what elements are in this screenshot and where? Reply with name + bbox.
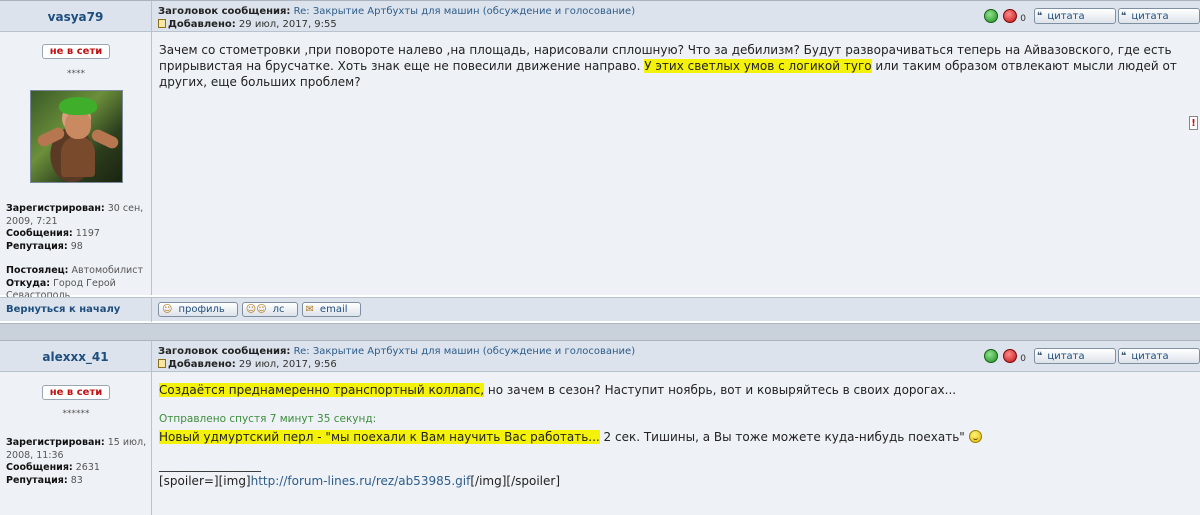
message-text-2: 2 сек. Тишины, а Вы тоже можете куда-ниб… — [599, 430, 965, 444]
post-body: не в сети **** Зарегистрирован: 30 сен, … — [0, 32, 1200, 301]
quote-button-label: цитата — [1047, 10, 1085, 22]
registered-label: Зарегистрирован: — [6, 437, 105, 448]
posts-count: 1197 — [75, 228, 100, 239]
pm-button[interactable]: ☺☺ лс — [241, 302, 298, 317]
author-name[interactable]: alexxx_41 — [42, 350, 108, 364]
author-column: не в сети **** Зарегистрирован: 30 сен, … — [0, 32, 152, 301]
post-subject: Re: Закрытие Артбухты для машин (обсужде… — [293, 6, 636, 17]
profile-button[interactable]: ☺ профиль — [158, 302, 238, 317]
reputation-label: Репутация: — [6, 240, 68, 252]
users-icon: ☺☺ — [245, 304, 267, 315]
quote-icon: ❝ — [1037, 350, 1043, 362]
author-name[interactable]: vasya79 — [48, 10, 104, 24]
post-1: vasya79 Заголовок сообщения: Re: Закрыти… — [0, 0, 1200, 323]
date-label: Добавлено: — [168, 19, 236, 30]
message-highlight: У этих светлых умов с логикой туго — [644, 59, 872, 73]
post-date: 29 июл, 2017, 9:55 — [238, 19, 337, 30]
post-meta: Заголовок сообщения: Re: Закрытие Артбух… — [158, 5, 635, 31]
quote-icon: ❝ — [1121, 350, 1127, 362]
post-separator — [0, 323, 1200, 340]
signature-separator: _________________ — [159, 458, 261, 472]
resident-label: Постоялец: — [6, 265, 69, 276]
reputation-value: 83 — [70, 474, 83, 486]
back-to-top-link[interactable]: Вернуться к началу — [6, 304, 120, 315]
post-header: vasya79 Заголовок сообщения: Re: Закрыти… — [0, 1, 1200, 32]
profile-info: Зарегистрирован: 30 сен, 2009, 7:21 Сооб… — [6, 203, 148, 303]
posts-count: 2631 — [75, 462, 100, 473]
rank-stars: **** — [67, 69, 85, 79]
profile-button-label: профиль — [178, 304, 225, 315]
post-actions: 0 ❝ цитата ❝ цитата — [984, 8, 1200, 24]
footer-author-cell: Вернуться к началу — [0, 298, 152, 322]
posts-label: Сообщения: — [6, 228, 73, 239]
signature-link[interactable]: http://forum-lines.ru/rez/ab53985.gif — [251, 474, 471, 488]
post-date: 29 июл, 2017, 9:56 — [238, 359, 337, 370]
avatar — [30, 90, 123, 183]
date-label: Добавлено: — [168, 359, 236, 370]
post-message: Создаётся преднамеренно транспортный кол… — [159, 382, 1179, 489]
author-column: не в сети ****** Зарегистрирован: 15 июл… — [0, 372, 152, 515]
author-header-cell: vasya79 — [0, 1, 152, 32]
quote-icon: ❝ — [1037, 10, 1043, 22]
online-status-badge: не в сети — [42, 44, 110, 59]
post-subject: Re: Закрытие Артбухты для машин (обсужде… — [293, 346, 636, 357]
resident-value: Автомобилист — [71, 265, 143, 276]
edit-note: Отправлено спустя 7 минут 35 секунд: — [159, 413, 377, 425]
subject-label: Заголовок сообщения: — [158, 6, 291, 17]
quote-button[interactable]: ❝ цитата — [1034, 8, 1116, 24]
message-highlight: Создаётся преднамеренно транспортный кол… — [159, 383, 485, 397]
message-highlight-2: Новый удмуртский перл - "мы поехали к Ва… — [159, 430, 600, 444]
post-footer: Вернуться к началу ☺ профиль ☺☺ лс ✉ email — [0, 297, 1200, 322]
posts-label: Сообщения: — [6, 462, 73, 473]
profile-info: Зарегистрирован: 15 июл, 2008, 11:36 Соо… — [6, 437, 148, 487]
post-2: alexxx_41 Заголовок сообщения: Re: Закры… — [0, 340, 1200, 515]
karma-count: 0 — [1020, 14, 1026, 24]
subject-label: Заголовок сообщения: — [158, 346, 291, 357]
post-icon — [158, 359, 166, 368]
registered-value: 15 июл, — [107, 437, 147, 448]
post-meta: Заголовок сообщения: Re: Закрытие Артбух… — [158, 345, 635, 371]
post-body: не в сети ****** Зарегистрирован: 15 июл… — [0, 372, 1200, 515]
email-button[interactable]: ✉ email — [301, 302, 361, 317]
registered-value: 30 сен, — [107, 203, 144, 214]
quote-button-label: цитата — [1131, 10, 1169, 22]
signature-text-2: [/img][/spoiler] — [470, 474, 561, 488]
karma-down-icon[interactable] — [1003, 349, 1018, 363]
karma-up-icon[interactable] — [984, 349, 999, 363]
quote-button-2[interactable]: ❝ цитата — [1118, 8, 1200, 24]
envelope-icon: ✉ — [305, 304, 314, 315]
reputation-label: Репутация: — [6, 474, 68, 486]
karma-down-icon[interactable] — [1003, 9, 1018, 23]
report-icon[interactable]: ! — [1189, 116, 1198, 130]
post-header: alexxx_41 Заголовок сообщения: Re: Закры… — [0, 341, 1200, 372]
email-button-label: email — [319, 304, 348, 315]
pm-button-label: лс — [272, 304, 285, 315]
karma-count: 0 — [1020, 354, 1026, 364]
karma-up-icon[interactable] — [984, 9, 999, 23]
post-actions: 0 ❝ цитата ❝ цитата — [984, 348, 1200, 364]
online-status-badge: не в сети — [42, 385, 110, 400]
author-header-cell: alexxx_41 — [0, 341, 152, 372]
smiley-icon — [968, 430, 982, 443]
registered-label: Зарегистрирован: — [6, 203, 105, 214]
quote-button-label: цитата — [1131, 350, 1169, 362]
post-icon — [158, 19, 166, 28]
message-text: но зачем в сезон? Наступит ноябрь, вот и… — [484, 383, 957, 397]
quote-icon: ❝ — [1121, 10, 1127, 22]
location-value: Город Герой — [53, 277, 116, 289]
location-label: Откуда: — [6, 277, 51, 289]
rank-stars: ****** — [62, 409, 90, 419]
reputation-value: 98 — [70, 240, 83, 252]
signature-text: [spoiler=][img] — [159, 474, 251, 488]
registered-value-2: 2008, 11:36 — [6, 449, 64, 461]
quote-button-label: цитата — [1047, 350, 1085, 362]
quote-button[interactable]: ❝ цитата — [1034, 348, 1116, 364]
profile-icon: ☺ — [162, 304, 173, 315]
post-message: Зачем со стометровки ,при повороте налев… — [159, 42, 1179, 90]
registered-value-2: 2009, 7:21 — [6, 215, 58, 227]
footer-actions: ☺ профиль ☺☺ лс ✉ email — [158, 302, 361, 317]
quote-button-2[interactable]: ❝ цитата — [1118, 348, 1200, 364]
